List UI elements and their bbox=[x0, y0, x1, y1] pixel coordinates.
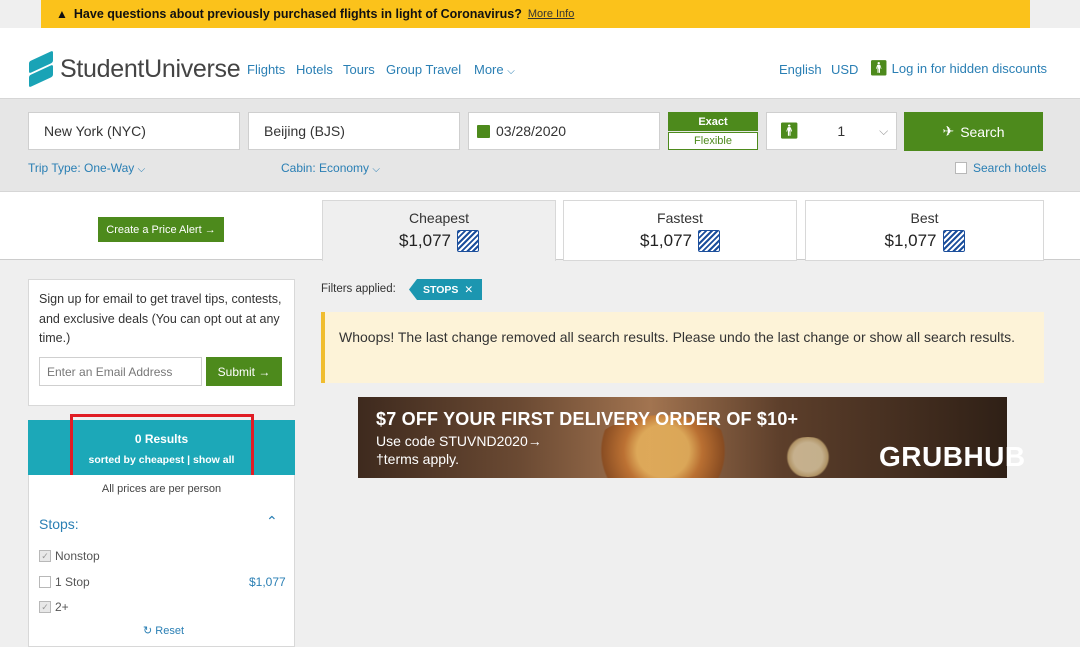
stop-option-nonstop[interactable]: ✓ Nonstop bbox=[39, 549, 100, 563]
close-icon[interactable]: ✕ bbox=[464, 284, 473, 296]
trip-type-selector[interactable]: Trip Type: One-Way ⌵ bbox=[28, 161, 145, 175]
trip-type-label: Trip Type: bbox=[28, 161, 81, 175]
tab-best[interactable]: Best $1,077 bbox=[805, 200, 1044, 261]
cabin-selector[interactable]: Cabin: Economy ⌵ bbox=[281, 161, 380, 175]
login-link[interactable]: 🚹︎ Log in for hidden discounts bbox=[869, 59, 1047, 77]
filters-applied-label: Filters applied: bbox=[321, 283, 396, 295]
chevron-down-icon: ⌵ bbox=[507, 66, 515, 77]
highlight-box bbox=[70, 414, 254, 480]
tab-fastest[interactable]: Fastest $1,077 bbox=[563, 200, 797, 261]
tab-price: $1,077 bbox=[399, 231, 451, 250]
stops-filter-title[interactable]: Stops: bbox=[39, 516, 79, 532]
chip-label: STOPS bbox=[423, 283, 459, 296]
reset-link[interactable]: ↻ Reset bbox=[143, 624, 184, 637]
nav-more-label: More bbox=[474, 62, 504, 77]
exact-date-button[interactable]: Exact bbox=[668, 112, 758, 131]
stops-filter-chip[interactable]: STOPS ✕ bbox=[409, 279, 482, 300]
plate-image bbox=[778, 437, 838, 477]
passenger-count: 1 bbox=[837, 123, 846, 139]
submit-label: Submit bbox=[217, 364, 255, 379]
search-button[interactable]: ✈ Search bbox=[904, 112, 1043, 151]
logo-mark-icon bbox=[28, 50, 54, 88]
nav-more[interactable]: More ⌵ bbox=[474, 62, 515, 77]
flexible-date-button[interactable]: Flexible bbox=[668, 132, 758, 150]
passenger-icon: 🚹︎ bbox=[779, 123, 800, 140]
cabin-label: Cabin: bbox=[281, 161, 316, 175]
tab-label: Best bbox=[910, 210, 939, 226]
chevron-up-icon[interactable]: ⌃ bbox=[266, 513, 278, 530]
alert-text: Have questions about previously purchase… bbox=[73, 7, 522, 21]
email-field[interactable]: Enter an Email Address bbox=[39, 357, 202, 386]
stop-option-label: 2+ bbox=[55, 600, 69, 614]
trip-type-value: One-Way bbox=[84, 161, 135, 175]
ad-code-line: Use code STUVND2020→ bbox=[376, 433, 542, 449]
calendar-icon bbox=[477, 124, 490, 138]
create-price-alert-button[interactable]: Create a Price Alert → bbox=[98, 217, 224, 242]
checkbox[interactable] bbox=[39, 576, 51, 588]
arrow-right-icon: → bbox=[255, 364, 271, 379]
alert-banner: ▲ Have questions about previously purcha… bbox=[41, 0, 1030, 28]
reset-label: Reset bbox=[155, 625, 185, 637]
no-results-message: Whoops! The last change removed all sear… bbox=[321, 312, 1044, 383]
search-hotels-label: Search hotels bbox=[973, 161, 1047, 175]
checkbox[interactable]: ✓ bbox=[39, 550, 51, 562]
currency-selector[interactable]: USD bbox=[831, 62, 858, 77]
origin-value: New York (NYC) bbox=[44, 123, 146, 139]
stop-option-price[interactable]: $1,077 bbox=[249, 575, 286, 589]
passenger-select[interactable]: 🚹︎ 1 ⌵ bbox=[766, 112, 897, 150]
tab-label: Cheapest bbox=[409, 210, 469, 226]
destination-input[interactable]: Beijing (BJS) bbox=[248, 112, 460, 150]
airplane-icon: ✈ bbox=[942, 123, 955, 139]
stop-option-label: Nonstop bbox=[55, 549, 100, 563]
tab-cheapest[interactable]: Cheapest $1,077 bbox=[322, 200, 556, 261]
arrow-right-icon: → bbox=[201, 223, 216, 236]
destination-value: Beijing (BJS) bbox=[264, 123, 345, 139]
cabin-value: Economy bbox=[319, 161, 370, 175]
origin-input[interactable]: New York (NYC) bbox=[28, 112, 240, 150]
ad-brand-logo: GRUBHUB bbox=[879, 441, 1026, 472]
logo[interactable]: StudentUniverse bbox=[28, 50, 241, 88]
email-signup-text: Sign up for email to get travel tips, co… bbox=[39, 292, 282, 345]
chevron-down-icon: ⌵ bbox=[879, 123, 889, 138]
tab-price: $1,077 bbox=[884, 231, 937, 250]
more-info-link[interactable]: More Info bbox=[528, 8, 574, 20]
warning-icon: ▲ bbox=[56, 7, 68, 21]
language-selector[interactable]: English bbox=[779, 62, 822, 77]
airline-logo-icon bbox=[698, 230, 720, 252]
airline-logo-icon bbox=[942, 230, 965, 252]
tab-label: Fastest bbox=[657, 210, 703, 226]
ad-headline: $7 OFF YOUR FIRST DELIVERY ORDER OF $10+ bbox=[376, 409, 799, 429]
stop-option-2-plus[interactable]: ✓ 2+ bbox=[39, 600, 69, 614]
airline-logo-icon bbox=[457, 230, 479, 252]
date-input[interactable]: 03/28/2020 bbox=[468, 112, 660, 150]
person-icon: 🚹︎ bbox=[869, 60, 889, 77]
per-person-note: All prices are per person bbox=[101, 483, 222, 495]
search-button-label: Search bbox=[960, 123, 1005, 140]
chevron-down-icon: ⌵ bbox=[372, 164, 380, 175]
price-alert-label: Create a Price Alert bbox=[106, 223, 202, 236]
ad-terms: †terms apply. bbox=[376, 451, 459, 467]
nav-flights[interactable]: Flights bbox=[247, 62, 285, 77]
brand-name: StudentUniverse bbox=[60, 54, 241, 83]
tab-price: $1,077 bbox=[640, 231, 692, 250]
login-label: Log in for hidden discounts bbox=[891, 61, 1048, 76]
stop-option-1-stop[interactable]: 1 Stop bbox=[39, 575, 90, 589]
reset-icon: ↻ bbox=[143, 625, 153, 637]
nav-group-travel[interactable]: Group Travel bbox=[386, 62, 461, 77]
submit-button[interactable]: Submit → bbox=[206, 357, 282, 386]
date-value: 03/28/2020 bbox=[496, 123, 567, 139]
email-placeholder: Enter an Email Address bbox=[47, 364, 173, 379]
nav-tours[interactable]: Tours bbox=[343, 62, 375, 77]
search-hotels-checkbox[interactable] bbox=[955, 162, 967, 174]
nav-hotels[interactable]: Hotels bbox=[296, 62, 333, 77]
checkbox[interactable]: ✓ bbox=[39, 601, 51, 613]
search-hotels-option[interactable]: Search hotels bbox=[955, 161, 1046, 175]
chevron-down-icon: ⌵ bbox=[137, 164, 146, 175]
stop-option-label: 1 Stop bbox=[55, 575, 90, 589]
